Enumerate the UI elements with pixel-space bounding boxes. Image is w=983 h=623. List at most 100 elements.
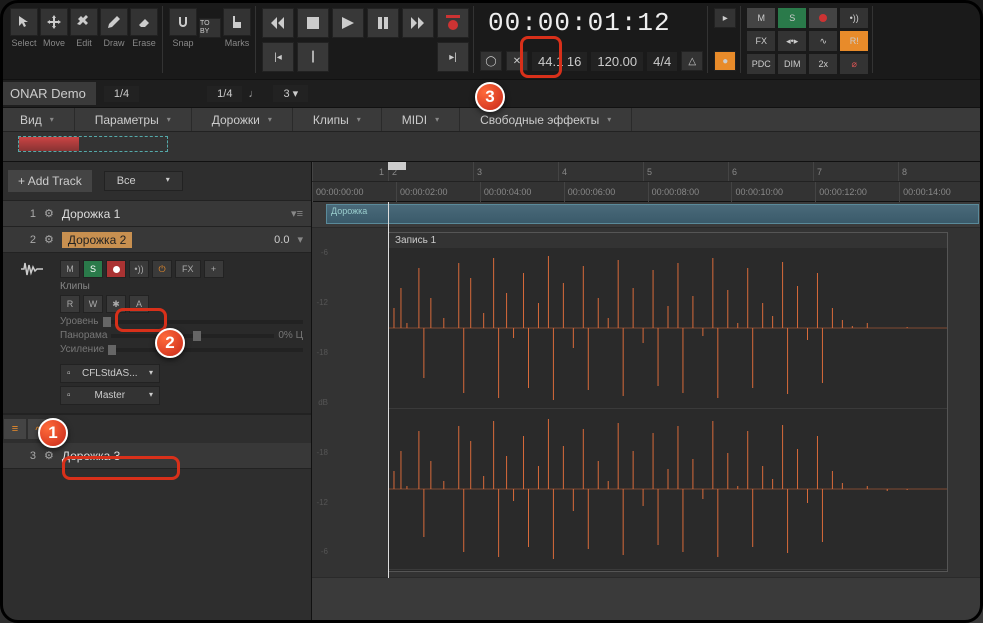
lane-2[interactable]: -6-12-18dB-18-12-6 Запись 1 — [312, 228, 983, 578]
record-arm-global[interactable]: ● — [714, 51, 736, 71]
rewind-button[interactable] — [262, 8, 294, 38]
track-fx[interactable]: FX — [175, 260, 201, 278]
marks-tool[interactable] — [223, 8, 251, 36]
edit-label: Edit — [76, 38, 92, 48]
overview-strip[interactable] — [0, 132, 983, 162]
track-3-name[interactable]: Дорожка 3 — [62, 449, 303, 463]
track-2-volume[interactable]: 0.0 — [274, 234, 289, 246]
record-button[interactable] — [437, 8, 469, 38]
time-ruler[interactable]: 1 2 3 4 5 6 7 8 00:00:00:00 00:00:02:00 … — [312, 162, 983, 202]
track-filter-dropdown[interactable]: Все — [104, 171, 183, 191]
automation-mode[interactable]: ∿ — [809, 31, 837, 51]
ruler-time: 00:00:00:00 — [312, 182, 396, 202]
timecode-display[interactable]: 00:00:01:12 — [480, 8, 703, 38]
track-2-number: 2 — [8, 234, 36, 246]
time-signature[interactable]: 4/4 — [647, 52, 677, 71]
global-monitor[interactable]: •)) — [840, 8, 868, 28]
snap-value[interactable]: 1/4 — [207, 86, 242, 102]
x2-button[interactable]: 2x — [809, 54, 837, 74]
track-1-header[interactable]: 1 ⚙ Дорожка 1 ▾≡ — [0, 201, 311, 227]
go-marker-button[interactable]: ┃ — [297, 42, 329, 72]
forward-button[interactable] — [402, 8, 434, 38]
play-button[interactable] — [332, 8, 364, 38]
freeze-button[interactable]: ✱ — [106, 295, 126, 313]
select-tool[interactable] — [10, 8, 38, 36]
track-power[interactable]: ⏻ — [152, 260, 172, 278]
ripple-button[interactable]: R! — [840, 31, 868, 51]
automation-write[interactable]: W — [83, 295, 103, 313]
input-dropdown[interactable]: ▫CFLStdAS... — [60, 364, 160, 383]
ruler-bar: 5 — [643, 162, 728, 181]
dim-button[interactable]: DIM — [778, 54, 806, 74]
chevron-down-icon[interactable]: ▾≡ — [291, 207, 303, 220]
snap-toggle[interactable] — [169, 8, 197, 36]
pdc-button[interactable]: PDC — [747, 54, 775, 74]
go-start-button[interactable]: |◂ — [262, 42, 294, 72]
sample-rate[interactable]: 44.1 16 — [532, 52, 587, 71]
track-solo[interactable]: S — [83, 260, 103, 278]
snap-to-by[interactable]: TO BY — [199, 18, 221, 38]
pause-button[interactable] — [367, 8, 399, 38]
overview-clip[interactable] — [18, 136, 168, 152]
erase-tool[interactable] — [130, 8, 158, 36]
chevron-down-icon[interactable]: ▾ — [297, 233, 303, 246]
track-mute[interactable]: M — [60, 260, 80, 278]
settings-icon[interactable]: ⚙ — [44, 207, 54, 220]
menu-midi[interactable]: MIDI — [382, 108, 460, 131]
playhead-handle[interactable] — [388, 162, 406, 170]
audio-clip[interactable]: Запись 1 — [388, 232, 948, 572]
track-arm-record[interactable] — [106, 260, 126, 278]
lane-1[interactable]: Дорожка — [312, 202, 983, 228]
waveform-top — [389, 248, 947, 408]
settings-icon[interactable]: ⚙ — [44, 233, 54, 246]
draw-label: Draw — [103, 38, 124, 48]
ruler-bar: 8 — [898, 162, 983, 181]
ruler-time: 00:00:06:00 — [564, 182, 648, 202]
select-label: Select — [11, 38, 36, 48]
draw-tool[interactable] — [100, 8, 128, 36]
add-track-button[interactable]: + Add Track — [8, 170, 92, 192]
gain-slider[interactable] — [108, 348, 303, 352]
menu-view[interactable]: Вид — [0, 108, 75, 131]
waveform-bottom — [389, 409, 947, 569]
settings-icon[interactable]: ⚙ — [44, 449, 54, 462]
menu-tracks[interactable]: Дорожки — [192, 108, 293, 131]
metronome-toggle[interactable]: △ — [681, 51, 703, 71]
stop-button[interactable] — [297, 8, 329, 38]
lane-1-clip[interactable]: Дорожка — [326, 204, 979, 224]
level-slider[interactable] — [103, 320, 303, 324]
global-mute[interactable]: M — [747, 8, 775, 28]
track-monitor[interactable]: •)) — [129, 260, 149, 278]
global-solo[interactable]: S — [778, 8, 806, 28]
snap-mode[interactable]: 3 ▾ — [273, 85, 308, 102]
ruler-time: 00:00:12:00 — [815, 182, 899, 202]
pan-slider[interactable] — [111, 334, 274, 338]
menu-clips[interactable]: Клипы — [293, 108, 382, 131]
loop-toggle[interactable]: ◯ — [480, 51, 502, 71]
playhead-line[interactable] — [388, 202, 389, 578]
automation-read[interactable]: R — [60, 295, 80, 313]
global-rec[interactable] — [809, 8, 837, 28]
track-2-header[interactable]: 2 ⚙ Дорожка 2 0.0 ▾ — [0, 227, 311, 253]
track-add[interactable]: + — [204, 260, 224, 278]
ruler-bar: 6 — [728, 162, 813, 181]
meter-display[interactable]: 1/4 — [104, 86, 139, 102]
track-2-name[interactable]: Дорожка 2 — [62, 232, 132, 248]
bypass-button[interactable]: ⌀ — [840, 54, 868, 74]
output-dropdown[interactable]: ▫Master — [60, 386, 160, 405]
fx-button[interactable]: FX — [747, 31, 775, 51]
automation-play[interactable]: ◂•▸ — [778, 31, 806, 51]
expand-button[interactable]: ▸ — [714, 8, 736, 28]
edit-tool[interactable] — [70, 8, 98, 36]
level-label: Уровень — [60, 316, 99, 327]
tempo-value[interactable]: 120.00 — [591, 52, 643, 71]
arrangement-view[interactable]: 1 2 3 4 5 6 7 8 00:00:00:00 00:00:02:00 … — [312, 162, 983, 623]
menu-options[interactable]: Параметры — [75, 108, 192, 131]
go-end-button[interactable]: ▸| — [437, 42, 469, 72]
ruler-time: 00:00:02:00 — [396, 182, 480, 202]
archive-button[interactable]: A — [129, 295, 149, 313]
punch-toggle[interactable]: ✕ — [506, 51, 528, 71]
track-1-name[interactable]: Дорожка 1 — [62, 207, 283, 221]
move-tool[interactable] — [40, 8, 68, 36]
view-mode-1[interactable]: ≡ — [4, 419, 26, 439]
